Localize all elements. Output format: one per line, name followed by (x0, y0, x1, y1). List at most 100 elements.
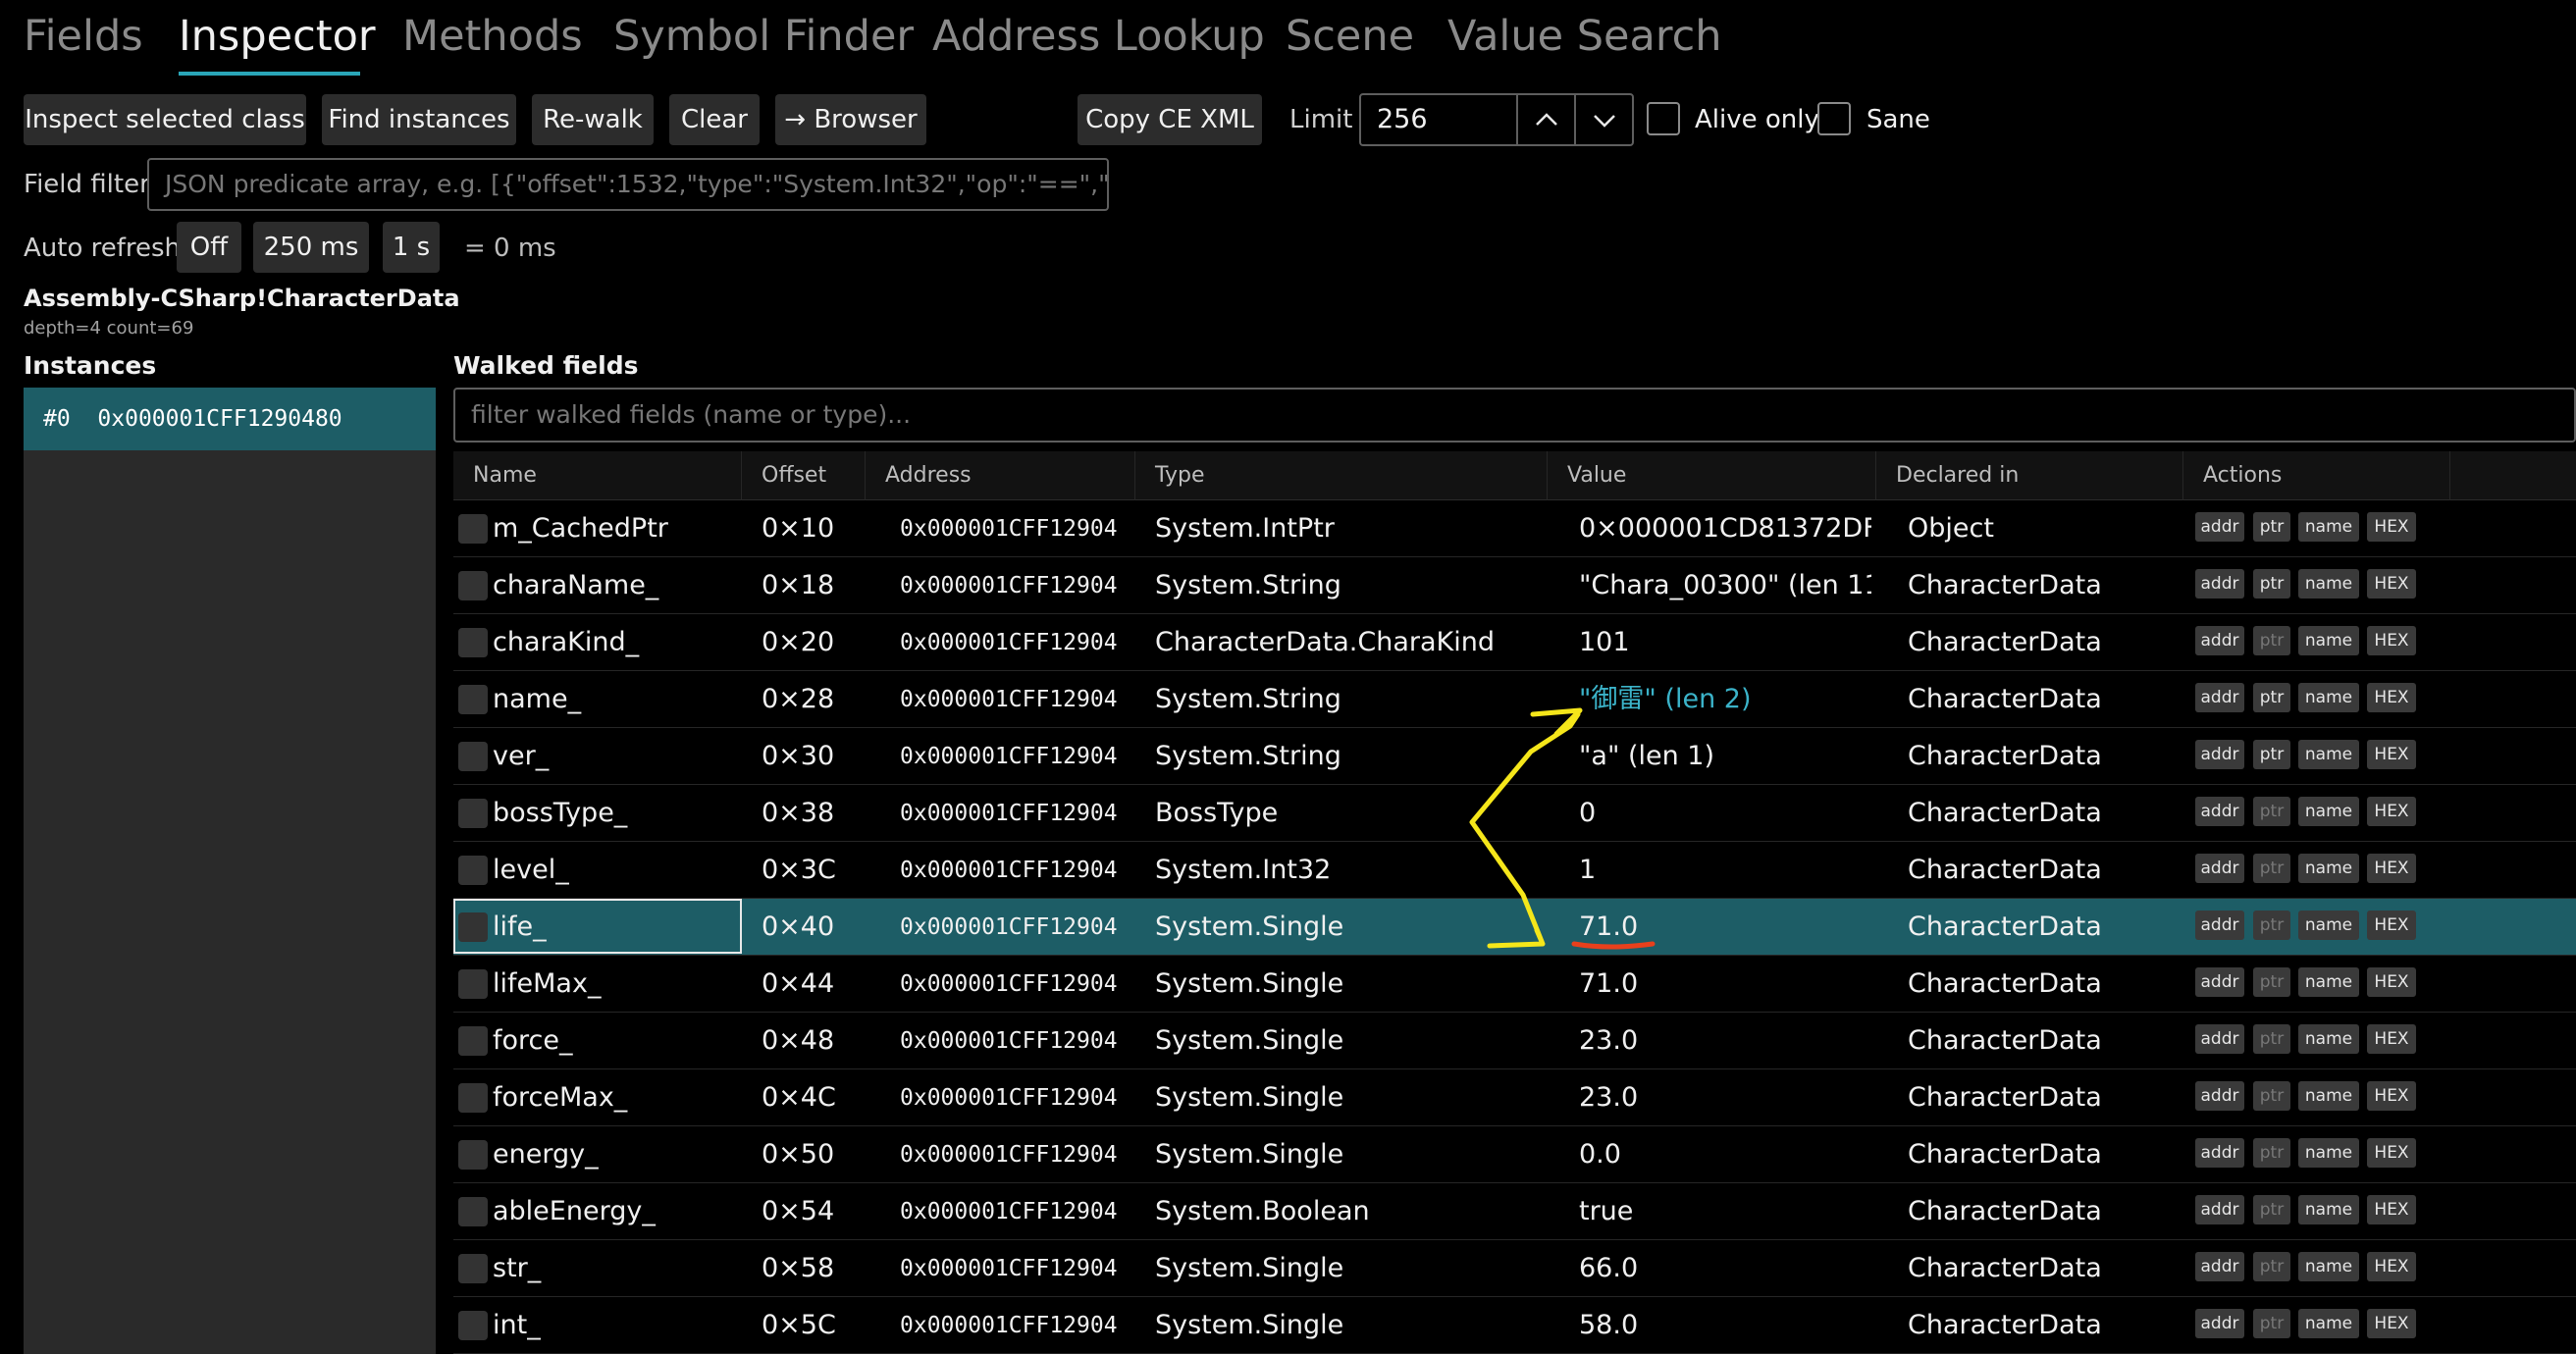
tab-fields[interactable]: Fields (24, 12, 143, 61)
tab-scene[interactable]: Scene (1286, 12, 1414, 61)
hex-action-button[interactable]: HEX (2367, 1081, 2416, 1111)
name-action-button[interactable]: name (2298, 854, 2359, 883)
copy-ce-xml-button[interactable]: Copy CE XML (1078, 94, 1262, 145)
tab-value-search[interactable]: Value Search (1447, 12, 1721, 61)
addr-action-button[interactable]: addr (2195, 512, 2244, 542)
row-checkbox[interactable] (458, 969, 488, 999)
browser-button[interactable]: → Browser (775, 94, 926, 145)
table-row[interactable]: str_ 0×58 0x000001CFF12904 System.Single 66.… (453, 1240, 2576, 1297)
ptr-action-button[interactable]: ptr (2253, 967, 2290, 997)
row-checkbox[interactable] (458, 685, 488, 714)
column-header-offset[interactable]: Offset (742, 451, 866, 500)
addr-action-button[interactable]: addr (2195, 1138, 2244, 1168)
hex-action-button[interactable]: HEX (2367, 797, 2416, 826)
hex-action-button[interactable]: HEX (2367, 683, 2416, 712)
table-row[interactable]: bossType_ 0×38 0x000001CFF12904 BossType 0 Ch… (453, 785, 2576, 842)
addr-action-button[interactable]: addr (2195, 740, 2244, 769)
row-checkbox[interactable] (458, 1026, 488, 1056)
column-header-value[interactable]: Value (1548, 451, 1876, 500)
addr-action-button[interactable]: addr (2195, 626, 2244, 655)
hex-action-button[interactable]: HEX (2367, 1252, 2416, 1281)
alive-only-checkbox[interactable] (1647, 102, 1680, 135)
addr-action-button[interactable]: addr (2195, 1024, 2244, 1054)
column-header-type[interactable]: Type (1135, 451, 1548, 500)
hex-action-button[interactable]: HEX (2367, 569, 2416, 599)
row-checkbox[interactable] (458, 799, 488, 828)
ptr-action-button[interactable]: ptr (2253, 1195, 2290, 1224)
name-action-button[interactable]: name (2298, 512, 2359, 542)
name-action-button[interactable]: name (2298, 1195, 2359, 1224)
re-walk-button[interactable]: Re-walk (532, 94, 654, 145)
ptr-action-button[interactable]: ptr (2253, 683, 2290, 712)
hex-action-button[interactable]: HEX (2367, 740, 2416, 769)
table-row[interactable]: life_ 0×40 0x000001CFF12904 System.Single 71… (453, 899, 2576, 956)
tab-address-lookup[interactable]: Address Lookup (932, 12, 1265, 61)
ptr-action-button[interactable]: ptr (2253, 797, 2290, 826)
name-action-button[interactable]: name (2298, 1309, 2359, 1338)
row-checkbox[interactable] (458, 1197, 488, 1226)
addr-action-button[interactable]: addr (2195, 854, 2244, 883)
hex-action-button[interactable]: HEX (2367, 1024, 2416, 1054)
ptr-action-button[interactable]: ptr (2253, 512, 2290, 542)
hex-action-button[interactable]: HEX (2367, 967, 2416, 997)
ptr-action-button[interactable]: ptr (2253, 1024, 2290, 1054)
table-row[interactable]: lifeMax_ 0×44 0x000001CFF12904 System.Singl… (453, 956, 2576, 1013)
tab-methods[interactable]: Methods (402, 12, 583, 61)
ptr-action-button[interactable]: ptr (2253, 740, 2290, 769)
addr-action-button[interactable]: addr (2195, 797, 2244, 826)
tab-symbol-finder[interactable]: Symbol Finder (613, 12, 914, 61)
name-action-button[interactable]: name (2298, 740, 2359, 769)
addr-action-button[interactable]: addr (2195, 569, 2244, 599)
row-checkbox[interactable] (458, 1254, 488, 1283)
auto-refresh-1s-button[interactable]: 1 s (383, 222, 440, 273)
limit-increment-button[interactable] (1519, 95, 1574, 144)
addr-action-button[interactable]: addr (2195, 1252, 2244, 1281)
ptr-action-button[interactable]: ptr (2253, 569, 2290, 599)
ptr-action-button[interactable]: ptr (2253, 854, 2290, 883)
hex-action-button[interactable]: HEX (2367, 854, 2416, 883)
hex-action-button[interactable]: HEX (2367, 626, 2416, 655)
table-row[interactable]: forceMax_ 0×4C 0x000001CFF12904 System.Sing… (453, 1069, 2576, 1126)
row-checkbox[interactable] (458, 742, 488, 771)
table-row[interactable]: ableEnergy_ 0×54 0x000001CFF12904 System.Bo… (453, 1183, 2576, 1240)
row-checkbox[interactable] (458, 1140, 488, 1170)
hex-action-button[interactable]: HEX (2367, 1195, 2416, 1224)
walked-fields-filter-input[interactable]: filter walked fields (name or type)... (453, 388, 2576, 443)
hex-action-button[interactable]: HEX (2367, 512, 2416, 542)
addr-action-button[interactable]: addr (2195, 911, 2244, 940)
row-checkbox[interactable] (458, 628, 488, 657)
hex-action-button[interactable]: HEX (2367, 1309, 2416, 1338)
hex-action-button[interactable]: HEX (2367, 911, 2416, 940)
name-action-button[interactable]: name (2298, 1138, 2359, 1168)
table-row[interactable]: name_ 0×28 0x000001CFF12904 System.String "御… (453, 671, 2576, 728)
ptr-action-button[interactable]: ptr (2253, 1138, 2290, 1168)
column-header-name[interactable]: Name (453, 451, 742, 500)
column-header-address[interactable]: Address (866, 451, 1135, 500)
auto-refresh-250ms-button[interactable]: 250 ms (253, 222, 369, 273)
column-header-declared-in[interactable]: Declared in (1876, 451, 2183, 500)
table-row[interactable]: m_CachedPtr 0×10 0x000001CFF12904 System.In… (453, 500, 2576, 557)
table-row[interactable]: ver_ 0×30 0x000001CFF12904 System.String "a"… (453, 728, 2576, 785)
table-row[interactable]: charaKind_ 0×20 0x000001CFF12904 CharacterD… (453, 614, 2576, 671)
addr-action-button[interactable]: addr (2195, 1081, 2244, 1111)
addr-action-button[interactable]: addr (2195, 967, 2244, 997)
clear-button[interactable]: Clear (669, 94, 760, 145)
field-filter-input[interactable]: JSON predicate array, e.g. [{"offset":15… (147, 158, 1109, 211)
name-action-button[interactable]: name (2298, 797, 2359, 826)
ptr-action-button[interactable]: ptr (2253, 1081, 2290, 1111)
name-action-button[interactable]: name (2298, 1081, 2359, 1111)
instance-item[interactable]: #0 0x000001CFF1290480 (24, 388, 436, 450)
ptr-action-button[interactable]: ptr (2253, 1252, 2290, 1281)
ptr-action-button[interactable]: ptr (2253, 626, 2290, 655)
inspect-selected-class-button[interactable]: Inspect selected class (24, 94, 306, 145)
name-action-button[interactable]: name (2298, 967, 2359, 997)
row-checkbox[interactable] (458, 1083, 488, 1113)
name-action-button[interactable]: name (2298, 911, 2359, 940)
row-checkbox[interactable] (458, 514, 488, 544)
name-action-button[interactable]: name (2298, 1252, 2359, 1281)
name-action-button[interactable]: name (2298, 683, 2359, 712)
ptr-action-button[interactable]: ptr (2253, 1309, 2290, 1338)
addr-action-button[interactable]: addr (2195, 1309, 2244, 1338)
name-action-button[interactable]: name (2298, 569, 2359, 599)
sane-checkbox[interactable] (1817, 102, 1851, 135)
